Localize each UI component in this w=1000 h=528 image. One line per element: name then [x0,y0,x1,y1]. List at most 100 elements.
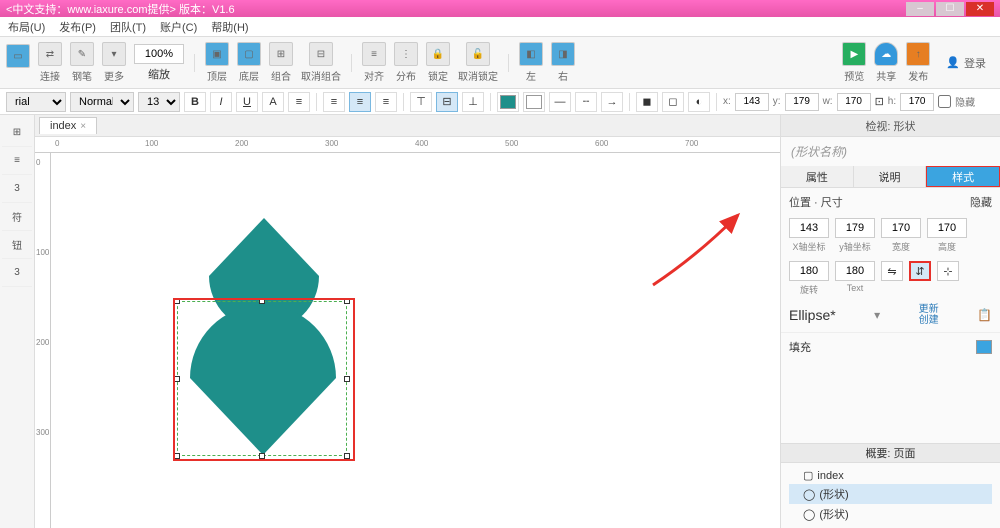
menu-account[interactable]: 账户(C) [160,19,197,35]
text-color-button[interactable]: A [262,92,284,112]
align-right-icon[interactable]: ◨ [551,42,575,66]
shape-icon[interactable]: ▭ [6,44,30,68]
valign-b-button[interactable]: ⊥ [462,92,484,112]
title-text: <中文支持：www.iaxure.com提供> 版本：V1.6 [6,1,235,17]
border-color-button[interactable] [523,92,545,112]
flip-v-icon[interactable]: ⇵ [909,261,931,281]
sel-handle-br[interactable] [344,453,350,459]
pen-icon[interactable]: ✎ [70,42,94,66]
lock-icon[interactable]: 🔒 [426,42,450,66]
align-r-button[interactable]: ≡ [375,92,397,112]
tab-style[interactable]: 样式 [926,166,1000,187]
bring-front-icon[interactable]: ▣ [205,42,229,66]
opacity-button[interactable]: ◐ [688,92,710,112]
panel-item-6[interactable]: 3 [2,259,32,287]
bullets-button[interactable]: ≡ [288,92,310,112]
panel-item-3[interactable]: 3 [2,175,32,203]
panel-list-icon[interactable]: ≡ [2,147,32,175]
preview-icon[interactable]: ▶ [842,42,866,66]
sel-handle-tl[interactable] [174,298,180,304]
copy-style-icon[interactable]: 📋 [977,308,992,322]
menu-publish[interactable]: 发布(P) [59,19,96,35]
ruler-vertical: 0100 200300 [35,153,51,528]
sel-handle-ml[interactable] [174,376,180,382]
tab-index[interactable]: index × [39,117,97,134]
canvas[interactable] [51,153,780,528]
hidden-checkbox[interactable] [938,95,951,108]
tab-close-icon[interactable]: × [80,121,86,132]
update-link[interactable]: 更新 [919,304,939,315]
italic-button[interactable]: I [210,92,232,112]
sel-handle-mr[interactable] [344,376,350,382]
send-back-icon[interactable]: ▢ [237,42,261,66]
hidden-toggle[interactable]: 隐藏 [970,194,992,210]
size-select[interactable]: 13 [138,92,180,112]
anchor-icon[interactable]: ⊹ [937,261,959,281]
unlock-icon[interactable]: 🔓 [466,42,490,66]
ins-h-input[interactable] [927,218,967,238]
weight-select[interactable]: Normal [70,92,134,112]
create-link[interactable]: 创建 [919,315,939,326]
maximize-button[interactable]: ☐ [936,2,964,16]
fill-color-swatch[interactable] [976,340,992,354]
share-icon[interactable]: ☁ [874,42,898,66]
align-c-button[interactable]: ≡ [349,92,371,112]
ins-y-input[interactable] [835,218,875,238]
ins-x-input[interactable] [789,218,829,238]
tab-properties[interactable]: 属性 [781,166,854,187]
line-style-button[interactable]: ╌ [575,92,597,112]
panel-item-5[interactable]: 钮 [2,231,32,259]
publish-icon[interactable]: ↑ [906,42,930,66]
sel-handle-bl[interactable] [174,453,180,459]
bold-button[interactable]: B [184,92,206,112]
main-toolbar: ▭ ⇄连接 ✎钢笔 ▾更多 缩放 ▣顶层 ▢底层 ⊞组合 ⊟取消组合 ≡对齐 ⋮… [0,37,1000,89]
inspector-header: 检视: 形状 [781,115,1000,137]
ungroup-icon[interactable]: ⊟ [309,42,333,66]
distribute-icon[interactable]: ⋮ [394,42,418,66]
zoom-input[interactable] [134,44,184,64]
menu-team[interactable]: 团队(T) [110,19,146,35]
h-input[interactable] [900,93,934,111]
underline-button[interactable]: U [236,92,258,112]
style-name[interactable]: Ellipse* [789,307,836,323]
align-icon[interactable]: ≡ [362,42,386,66]
valign-m-button[interactable]: ⊟ [436,92,458,112]
minimize-button[interactable]: – [906,2,934,16]
menu-help[interactable]: 帮助(H) [211,19,248,35]
shape-name-input[interactable]: (形状名称) [781,137,1000,166]
tab-notes[interactable]: 说明 [854,166,927,187]
w-input[interactable] [837,93,871,111]
left-panel: ⊞ ≡ 3 符 钮 3 [0,115,35,528]
sel-handle-bc[interactable] [259,453,265,459]
font-select[interactable]: rial [6,92,66,112]
group-icon[interactable]: ⊞ [269,42,293,66]
connect-icon[interactable]: ⇄ [38,42,62,66]
ins-text-input[interactable] [835,261,875,281]
outline-page[interactable]: ▢index [789,467,992,484]
selection-outline [177,301,347,456]
outline-shape-2[interactable]: ◯(形状) [789,504,992,524]
panel-item-4[interactable]: 符 [2,203,32,231]
shadow-ext-button[interactable]: ◼ [636,92,658,112]
ins-w-input[interactable] [881,218,921,238]
outline-shape-1[interactable]: ◯(形状) [789,484,992,504]
sel-handle-tc[interactable] [259,298,265,304]
x-input[interactable] [735,93,769,111]
login-button[interactable]: 👤登录 [938,51,994,75]
align-left-icon[interactable]: ◧ [519,42,543,66]
ins-rot-input[interactable] [789,261,829,281]
sel-handle-tr[interactable] [344,298,350,304]
menu-layout[interactable]: 布局(U) [8,19,45,35]
shadow-in-button[interactable]: ◻ [662,92,684,112]
flip-h-icon[interactable]: ⇋ [881,261,903,281]
close-button[interactable]: ✕ [966,2,994,16]
fill-color-button[interactable] [497,92,519,112]
line-width-button[interactable]: — [549,92,571,112]
valign-t-button[interactable]: ⊤ [410,92,432,112]
arrow-button[interactable]: → [601,92,623,112]
more-icon[interactable]: ▾ [102,42,126,66]
align-l-button[interactable]: ≡ [323,92,345,112]
y-input[interactable] [785,93,819,111]
lock-ratio-icon[interactable]: ⊡ [875,95,884,108]
panel-add-icon[interactable]: ⊞ [2,119,32,147]
